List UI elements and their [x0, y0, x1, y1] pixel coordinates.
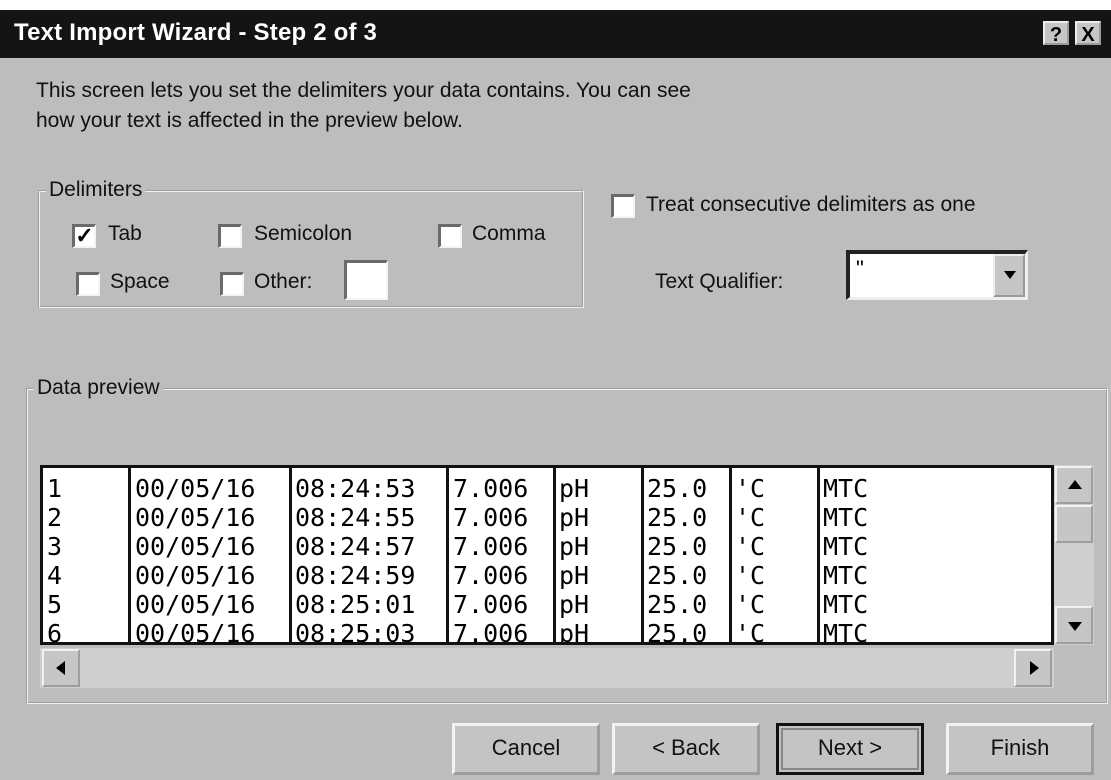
scroll-down-button[interactable]	[1055, 606, 1093, 644]
preview-row: 6 00/05/16 08:25:03 7.006 pH 25.0 'C MTC	[43, 619, 1051, 645]
preview-cell: 08:24:57	[295, 532, 416, 561]
text-import-wizard-dialog: Text Import Wizard - Step 2 of 3 ? X Thi…	[0, 10, 1111, 780]
window-title: Text Import Wizard - Step 2 of 3	[14, 19, 378, 46]
data-preview-list[interactable]: 1 00/05/16 08:24:53 7.006 pH 25.0 'C MTC 2 00/05/…	[40, 465, 1054, 645]
preview-cell: MTC	[823, 561, 869, 590]
preview-cell: 6	[47, 619, 63, 645]
intro-line-1: This screen lets you set the delimiters …	[36, 79, 691, 102]
delimiters-group: Delimiters ✓ Tab Semicolon Comma Space O…	[38, 178, 584, 308]
preview-row: 4 00/05/16 08:24:59 7.006 pH 25.0 'C MTC	[43, 561, 1051, 590]
preview-cell: pH	[559, 503, 590, 532]
consecutive-delimiters-label[interactable]: Treat consecutive delimiters as one	[646, 193, 976, 217]
arrow-left-icon	[56, 661, 65, 675]
title-bar[interactable]: Text Import Wizard - Step 2 of 3 ? X	[0, 10, 1111, 58]
preview-row: 5 00/05/16 08:25:01 7.006 pH 25.0 'C MTC	[43, 590, 1051, 619]
dropdown-button[interactable]	[993, 254, 1025, 297]
preview-cell: 7.006	[453, 474, 529, 503]
comma-checkbox[interactable]	[438, 224, 462, 248]
preview-cell: 1	[47, 474, 63, 503]
scroll-up-button[interactable]	[1055, 466, 1093, 504]
preview-cell: 7.006	[453, 532, 529, 561]
preview-cell: 7.006	[453, 561, 529, 590]
data-preview-legend: Data preview	[34, 376, 163, 400]
comma-label[interactable]: Comma	[472, 222, 546, 246]
preview-cell: 2	[47, 503, 63, 532]
preview-cell: 08:25:03	[295, 619, 416, 645]
next-button[interactable]: Next >	[776, 723, 924, 775]
space-label[interactable]: Space	[110, 270, 170, 294]
preview-cell: 'C	[735, 503, 766, 532]
help-button[interactable]: ?	[1043, 21, 1069, 46]
delimiters-legend: Delimiters	[46, 178, 146, 202]
vertical-scrollbar[interactable]	[1054, 465, 1094, 645]
preview-cell: 00/05/16	[135, 503, 256, 532]
preview-cell: pH	[559, 474, 590, 503]
preview-cell: 'C	[735, 590, 766, 619]
semicolon-checkbox[interactable]	[218, 224, 242, 248]
preview-cell: 'C	[735, 474, 766, 503]
tab-label[interactable]: Tab	[108, 222, 142, 246]
text-qualifier-value: "	[856, 256, 864, 281]
preview-row: 3 00/05/16 08:24:57 7.006 pH 25.0 'C MTC	[43, 532, 1051, 561]
preview-cell: 25.0	[647, 474, 708, 503]
scroll-thumb[interactable]	[1055, 505, 1093, 543]
preview-cell: MTC	[823, 503, 869, 532]
preview-cell: 08:24:53	[295, 474, 416, 503]
horizontal-scrollbar[interactable]	[40, 648, 1054, 688]
finish-button[interactable]: Finish	[946, 723, 1094, 775]
preview-cell: 4	[47, 561, 63, 590]
preview-cell: 08:24:55	[295, 503, 416, 532]
text-qualifier-select[interactable]: "	[846, 250, 1028, 300]
preview-cell: MTC	[823, 590, 869, 619]
preview-cell: 7.006	[453, 503, 529, 532]
preview-cell: MTC	[823, 474, 869, 503]
preview-cell: 7.006	[453, 619, 529, 645]
other-input[interactable]	[344, 260, 388, 300]
preview-cell: 'C	[735, 619, 766, 645]
close-button[interactable]: X	[1075, 21, 1101, 46]
preview-cell: 3	[47, 532, 63, 561]
preview-cell: pH	[559, 561, 590, 590]
preview-cell: 'C	[735, 532, 766, 561]
preview-cell: pH	[559, 590, 590, 619]
intro-line-2: how your text is affected in the preview…	[36, 109, 463, 132]
intro-text: This screen lets you set the delimiters …	[36, 76, 836, 136]
preview-cell: 00/05/16	[135, 561, 256, 590]
preview-cell: 00/05/16	[135, 619, 256, 645]
preview-cell: pH	[559, 532, 590, 561]
preview-cell: MTC	[823, 532, 869, 561]
other-checkbox[interactable]	[220, 272, 244, 296]
scroll-left-button[interactable]	[42, 649, 80, 687]
preview-cell: 25.0	[647, 503, 708, 532]
preview-cell: 7.006	[453, 590, 529, 619]
preview-cell: 00/05/16	[135, 532, 256, 561]
text-qualifier-label: Text Qualifier:	[655, 270, 784, 293]
preview-cell: 00/05/16	[135, 474, 256, 503]
semicolon-label[interactable]: Semicolon	[254, 222, 352, 246]
tab-checkbox[interactable]: ✓	[72, 224, 96, 248]
space-checkbox[interactable]	[76, 272, 100, 296]
preview-cell: 25.0	[647, 619, 708, 645]
arrow-down-icon	[1068, 622, 1082, 631]
back-button[interactable]: < Back	[612, 723, 760, 775]
arrow-right-icon	[1030, 661, 1039, 675]
preview-cell: 5	[47, 590, 63, 619]
other-label[interactable]: Other:	[254, 270, 312, 294]
arrow-up-icon	[1068, 480, 1082, 489]
consecutive-delimiters-checkbox[interactable]	[611, 194, 635, 218]
preview-cell: 25.0	[647, 561, 708, 590]
preview-cell: 25.0	[647, 590, 708, 619]
preview-cell: 'C	[735, 561, 766, 590]
chevron-down-icon	[1004, 271, 1016, 279]
cancel-button[interactable]: Cancel	[452, 723, 600, 775]
preview-cell: 08:24:59	[295, 561, 416, 590]
preview-row: 2 00/05/16 08:24:55 7.006 pH 25.0 'C MTC	[43, 503, 1051, 532]
preview-cell: 00/05/16	[135, 590, 256, 619]
preview-cell: pH	[559, 619, 590, 645]
preview-cell: 08:25:01	[295, 590, 416, 619]
preview-row: 1 00/05/16 08:24:53 7.006 pH 25.0 'C MTC	[43, 474, 1051, 503]
scroll-right-button[interactable]	[1014, 649, 1052, 687]
preview-cell: 25.0	[647, 532, 708, 561]
preview-cell: MTC	[823, 619, 869, 645]
